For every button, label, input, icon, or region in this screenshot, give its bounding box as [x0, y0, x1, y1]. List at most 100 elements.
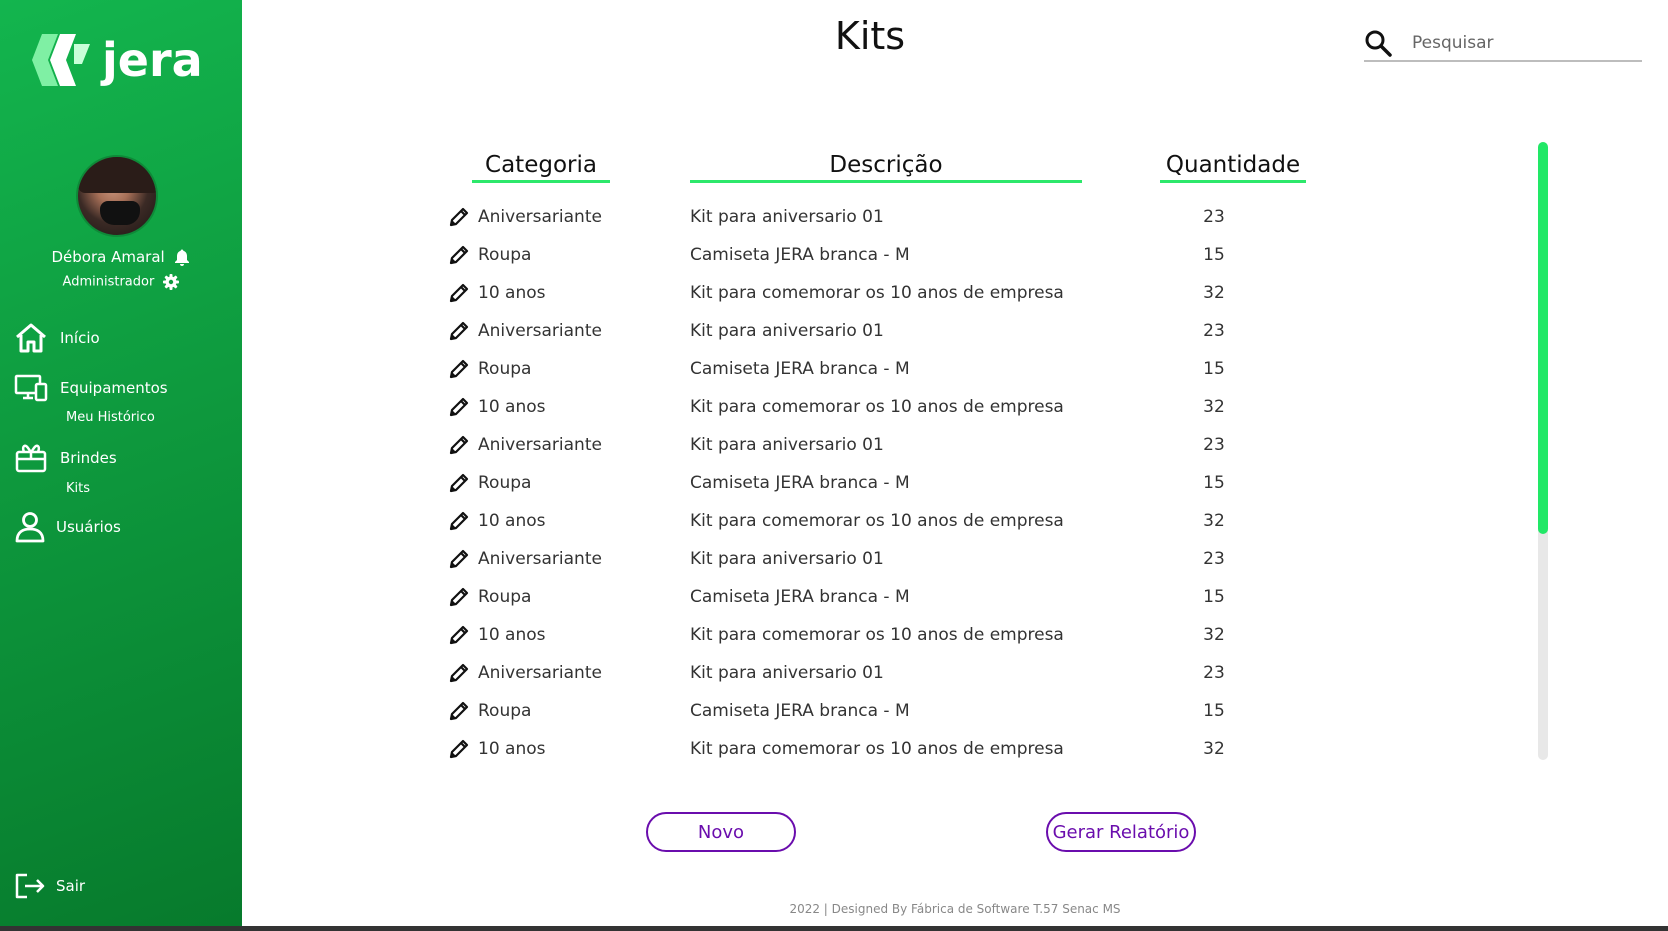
- table-row[interactable]: Roupa Camiseta JERA branca - M 15: [448, 236, 1268, 274]
- cell-descricao: Kit para comemorar os 10 anos de empresa: [690, 739, 1064, 759]
- novo-button[interactable]: Novo: [646, 812, 796, 852]
- pencil-icon[interactable]: [448, 662, 470, 684]
- pencil-icon[interactable]: [448, 548, 470, 570]
- table-row[interactable]: 10 anos Kit para comemorar os 10 anos de …: [448, 388, 1268, 426]
- pencil-icon[interactable]: [448, 320, 470, 342]
- gerar-relatorio-button[interactable]: Gerar Relatório: [1046, 812, 1196, 852]
- cell-categoria: Roupa: [448, 236, 531, 274]
- categoria-text: Roupa: [478, 473, 532, 493]
- categoria-text: 10 anos: [478, 397, 546, 417]
- cell-categoria: 10 anos: [448, 730, 546, 768]
- nav-item-equipamentos[interactable]: Equipamentos: [14, 372, 168, 404]
- cell-descricao: Camiseta JERA branca - M: [690, 359, 910, 379]
- bottom-divider: [0, 926, 1668, 931]
- user-role-row: Administrador: [0, 274, 242, 290]
- pencil-icon[interactable]: [448, 358, 470, 380]
- column-header-quantidade[interactable]: Quantidade: [1160, 152, 1306, 183]
- categoria-text: Aniversariante: [478, 207, 602, 227]
- cell-descricao: Camiseta JERA branca - M: [690, 245, 910, 265]
- search-input[interactable]: [1412, 33, 1632, 53]
- cell-descricao: Kit para aniversario 01: [690, 663, 884, 683]
- cell-categoria: Roupa: [448, 464, 531, 502]
- search-icon[interactable]: [1364, 29, 1392, 57]
- categoria-text: Roupa: [478, 359, 532, 379]
- bell-icon[interactable]: [174, 249, 190, 266]
- table-row[interactable]: Aniversariante Kit para aniversario 01 23: [448, 426, 1268, 464]
- nav-subitem-kits[interactable]: Kits: [66, 481, 90, 496]
- jera-logo-icon: [32, 34, 90, 86]
- cell-categoria: 10 anos: [448, 502, 546, 540]
- table-row[interactable]: Roupa Camiseta JERA branca - M 15: [448, 692, 1268, 730]
- cell-quantidade: 15: [1203, 359, 1225, 379]
- pencil-icon[interactable]: [448, 206, 470, 228]
- cell-descricao: Kit para aniversario 01: [690, 321, 884, 341]
- column-header-descricao[interactable]: Descrição: [690, 152, 1082, 183]
- logout-icon: [15, 873, 45, 899]
- cell-categoria: 10 anos: [448, 616, 546, 654]
- cell-categoria: Aniversariante: [448, 198, 602, 236]
- page-title: Kits: [834, 14, 906, 58]
- cell-categoria: Roupa: [448, 692, 531, 730]
- pencil-icon[interactable]: [448, 510, 470, 532]
- cell-descricao: Kit para aniversario 01: [690, 207, 884, 227]
- cell-descricao: Camiseta JERA branca - M: [690, 701, 910, 721]
- cell-quantidade: 15: [1203, 587, 1225, 607]
- table-row[interactable]: 10 anos Kit para comemorar os 10 anos de …: [448, 274, 1268, 312]
- nav-subitem-meu-historico[interactable]: Meu Histórico: [66, 410, 155, 425]
- cell-descricao: Kit para comemorar os 10 anos de empresa: [690, 511, 1064, 531]
- pencil-icon[interactable]: [448, 434, 470, 456]
- cell-quantidade: 23: [1203, 549, 1225, 569]
- cell-quantidade: 15: [1203, 473, 1225, 493]
- cell-descricao: Kit para comemorar os 10 anos de empresa: [690, 625, 1064, 645]
- nav-item-inicio[interactable]: Início: [14, 322, 100, 354]
- pencil-icon[interactable]: [448, 472, 470, 494]
- nav-item-usuarios[interactable]: Usuários: [14, 511, 121, 543]
- categoria-text: 10 anos: [478, 739, 546, 759]
- cell-quantidade: 32: [1203, 283, 1225, 303]
- table-row[interactable]: Roupa Camiseta JERA branca - M 15: [448, 350, 1268, 388]
- categoria-text: Aniversariante: [478, 549, 602, 569]
- pencil-icon[interactable]: [448, 244, 470, 266]
- nav-label-equipamentos: Equipamentos: [60, 379, 168, 397]
- table-row[interactable]: 10 anos Kit para comemorar os 10 anos de …: [448, 502, 1268, 540]
- nav-label-sair: Sair: [56, 877, 86, 895]
- avatar[interactable]: [76, 155, 158, 237]
- user-name: Débora Amaral: [51, 248, 165, 266]
- cell-descricao: Kit para aniversario 01: [690, 435, 884, 455]
- cell-descricao: Camiseta JERA branca - M: [690, 587, 910, 607]
- table-row[interactable]: 10 anos Kit para comemorar os 10 anos de …: [448, 616, 1268, 654]
- search-bar: [1364, 26, 1642, 62]
- pencil-icon[interactable]: [448, 624, 470, 646]
- pencil-icon[interactable]: [448, 738, 470, 760]
- table-row[interactable]: Aniversariante Kit para aniversario 01 23: [448, 312, 1268, 350]
- nav-item-sair[interactable]: Sair: [14, 870, 85, 902]
- table-row[interactable]: Aniversariante Kit para aniversario 01 23: [448, 198, 1268, 236]
- categoria-text: Aniversariante: [478, 321, 602, 341]
- column-header-categoria[interactable]: Categoria: [472, 152, 610, 183]
- cell-quantidade: 32: [1203, 511, 1225, 531]
- cell-quantidade: 32: [1203, 397, 1225, 417]
- user-icon: [15, 512, 45, 543]
- categoria-text: 10 anos: [478, 283, 546, 303]
- table-row[interactable]: 10 anos Kit para comemorar os 10 anos de …: [448, 730, 1268, 768]
- pencil-icon[interactable]: [448, 586, 470, 608]
- nav-label-inicio: Início: [60, 329, 100, 347]
- cell-quantidade: 32: [1203, 739, 1225, 759]
- pencil-icon[interactable]: [448, 396, 470, 418]
- nav-label-usuarios: Usuários: [56, 518, 121, 536]
- user-name-row: Débora Amaral: [0, 248, 242, 266]
- scrollbar-thumb[interactable]: [1538, 142, 1548, 534]
- table-row[interactable]: Roupa Camiseta JERA branca - M 15: [448, 464, 1268, 502]
- pencil-icon[interactable]: [448, 700, 470, 722]
- nav-item-brindes[interactable]: Brindes: [14, 442, 117, 474]
- logo[interactable]: jera: [32, 34, 203, 86]
- cell-categoria: Aniversariante: [448, 312, 602, 350]
- categoria-text: 10 anos: [478, 625, 546, 645]
- pencil-icon[interactable]: [448, 282, 470, 304]
- table-row[interactable]: Aniversariante Kit para aniversario 01 23: [448, 540, 1268, 578]
- scrollbar-track[interactable]: [1538, 142, 1548, 760]
- table-row[interactable]: Roupa Camiseta JERA branca - M 15: [448, 578, 1268, 616]
- categoria-text: 10 anos: [478, 511, 546, 531]
- gear-icon[interactable]: [163, 274, 180, 290]
- table-row[interactable]: Aniversariante Kit para aniversario 01 23: [448, 654, 1268, 692]
